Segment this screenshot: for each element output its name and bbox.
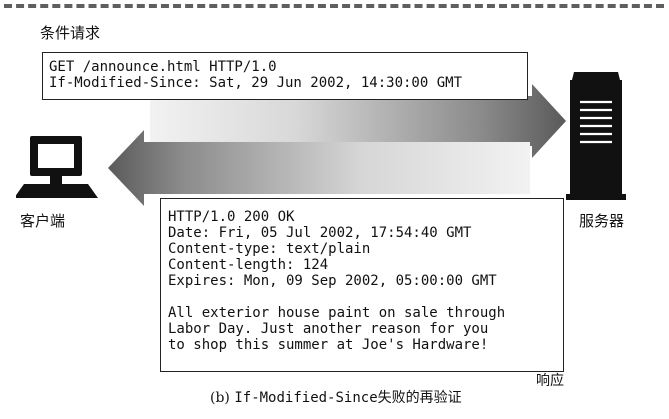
response-blank-line <box>168 289 563 305</box>
response-content-length-line: Content-length: 124 <box>168 257 329 273</box>
response-message-box: HTTP/1.0 200 OK Date: Fri, 05 Jul 2002, 1… <box>160 198 564 372</box>
request-message-box: GET /announce.html HTTP/1.0 If-Modified-S… <box>42 52 528 100</box>
response-status-line: HTTP/1.0 200 OK <box>168 209 295 225</box>
response-expires-line: Expires: Mon, 09 Sep 2002, 05:00:00 GMT <box>168 273 497 289</box>
response-content-type-line: Content-type: text/plain <box>168 241 371 257</box>
response-body-line: to shop this summer at Joe's Hardware! <box>168 337 489 353</box>
server-rack-icon <box>566 72 626 200</box>
response-body-line: All exterior house paint on sale through <box>168 305 506 321</box>
request-header-line: If-Modified-Since: Sat, 29 Jun 2002, 14:… <box>49 75 463 91</box>
computer-icon <box>16 136 98 198</box>
response-body-line: Labor Day. Just another reason for you <box>168 321 489 337</box>
response-date-line: Date: Fri, 05 Jul 2002, 17:54:40 GMT <box>168 225 472 241</box>
request-line: GET /announce.html HTTP/1.0 <box>49 59 277 75</box>
